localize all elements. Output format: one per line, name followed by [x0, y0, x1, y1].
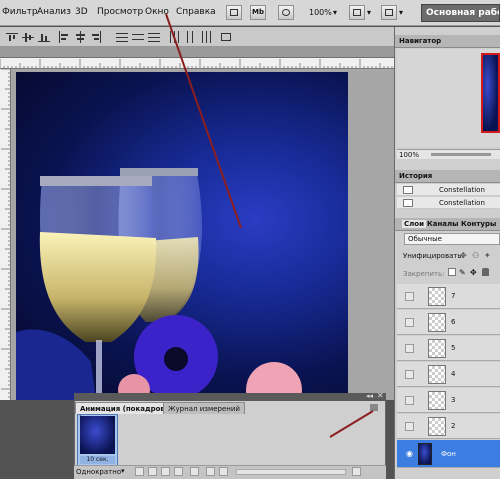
arrow-window-menu [165, 13, 242, 229]
annotation-arrows [165, 13, 374, 438]
arrow-panel-menu [329, 410, 374, 438]
